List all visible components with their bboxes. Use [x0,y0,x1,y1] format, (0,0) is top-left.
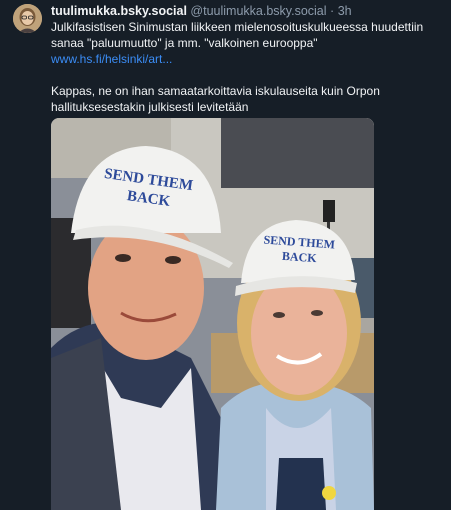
post-text: Julkifasistisen Sinimustan liikkeen miel… [51,19,443,115]
post-text-line: hallituksesestakin julkisesti levitetään [51,100,249,114]
post[interactable]: tuulimukka.bsky.social @tuulimukka.bsky.… [0,0,451,510]
post-image[interactable]: SEND THEM BACK SEND THEM BACK [51,118,374,510]
post-text-line: Julkifasistisen Sinimustan liikkeen miel… [51,20,424,34]
meta-separator: · [330,4,335,18]
post-timestamp[interactable]: 3h [338,4,352,18]
post-text-line: sanaa "paluumuutto" ja mm. "valkoinen eu… [51,36,318,50]
right-cap-line2: BACK [281,249,317,265]
article-link[interactable]: www.hs.fi/helsinki/art... [51,51,443,67]
post-header: tuulimukka.bsky.social @tuulimukka.bsky.… [51,3,445,19]
author-handle[interactable]: @tuulimukka.bsky.social [190,4,326,18]
author-display-name[interactable]: tuulimukka.bsky.social [51,4,187,18]
author-avatar[interactable] [13,4,42,33]
post-text-line: Kappas, ne on ihan samaatarkoittavia isk… [51,84,380,98]
